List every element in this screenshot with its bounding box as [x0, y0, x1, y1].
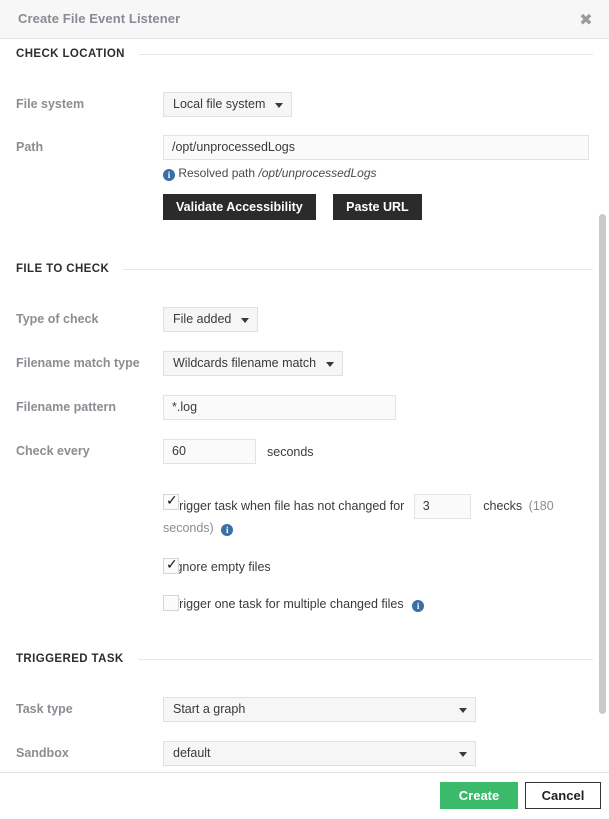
chevron-down-icon — [326, 362, 334, 367]
ignore-empty-files-label: Ignore empty files — [172, 560, 271, 574]
filename-pattern-label: Filename pattern — [16, 395, 163, 414]
section-triggered-task: TRIGGERED TASK — [0, 648, 609, 670]
dialog-titlebar: Create File Event Listener ✖ — [0, 0, 609, 39]
check-every-input[interactable]: 60 — [163, 439, 256, 464]
section-title-file-to-check: FILE TO CHECK — [16, 263, 109, 275]
chevron-down-icon — [459, 752, 467, 757]
row-filename-pattern: Filename pattern *.log — [0, 395, 609, 420]
row-trigger-unchanged: ✓ Trigger task when file has not changed… — [0, 494, 609, 537]
file-system-label: File system — [16, 92, 163, 111]
trigger-unchanged-label: Trigger task when file has not changed f… — [172, 499, 404, 513]
info-icon: i — [412, 600, 424, 612]
path-actions: Validate Accessibility Paste URL — [163, 194, 593, 220]
chevron-down-icon — [275, 103, 283, 108]
check-every-unit-label: seconds — [267, 445, 314, 459]
validate-accessibility-button[interactable]: Validate Accessibility — [163, 194, 316, 220]
dialog-title: Create File Event Listener — [18, 11, 180, 26]
sandbox-select[interactable]: default — [163, 741, 476, 766]
create-button[interactable]: Create — [440, 782, 518, 809]
task-type-select-value: Start a graph — [173, 702, 245, 716]
row-path: Path /opt/unprocessedLogs i Resolved pat… — [0, 135, 609, 220]
check-every-label: Check every — [16, 439, 163, 458]
resolved-path-prefix: Resolved path — [178, 166, 258, 180]
trigger-multiple-label: Trigger one task for multiple changed fi… — [172, 597, 404, 611]
dialog-body: CHECK LOCATION File system Local file sy… — [0, 39, 609, 772]
row-check-every: Check every 60 seconds — [0, 439, 609, 464]
section-check-location: CHECK LOCATION — [0, 43, 609, 65]
chevron-down-icon — [459, 708, 467, 713]
paste-url-button[interactable]: Paste URL — [333, 194, 422, 220]
close-icon[interactable]: ✖ — [575, 9, 597, 31]
row-task-type: Task type Start a graph — [0, 697, 609, 722]
type-of-check-select[interactable]: File added — [163, 307, 258, 332]
filename-match-type-select-value: Wildcards filename match — [173, 356, 316, 370]
checks-word-label: checks — [483, 499, 522, 513]
filename-pattern-input[interactable]: *.log — [163, 395, 396, 420]
chevron-down-icon — [241, 318, 249, 323]
section-divider — [138, 659, 593, 660]
task-type-select[interactable]: Start a graph — [163, 697, 476, 722]
section-title-triggered-task: TRIGGERED TASK — [16, 653, 124, 665]
scrollbar-thumb[interactable] — [599, 214, 606, 714]
section-file-to-check: FILE TO CHECK — [0, 258, 609, 280]
row-sandbox: Sandbox default — [0, 741, 609, 766]
filename-match-type-label: Filename match type — [16, 351, 163, 370]
resolved-path-value: /opt/unprocessedLogs — [258, 166, 376, 180]
dialog-footer: Create Cancel — [0, 772, 609, 819]
row-file-system: File system Local file system — [0, 92, 609, 117]
file-system-select-value: Local file system — [173, 97, 265, 111]
section-divider — [139, 54, 593, 55]
row-filename-match-type: Filename match type Wildcards filename m… — [0, 351, 609, 376]
task-type-label: Task type — [16, 697, 163, 716]
resolved-path-hint: i Resolved path /opt/unprocessedLogs — [163, 166, 593, 181]
file-system-select[interactable]: Local file system — [163, 92, 292, 117]
row-ignore-empty-files: ✓ Ignore empty files — [0, 558, 609, 576]
type-of-check-label: Type of check — [16, 307, 163, 326]
check-icon: ✓ — [166, 492, 178, 510]
section-divider — [123, 269, 593, 270]
filename-match-type-select[interactable]: Wildcards filename match — [163, 351, 343, 376]
sandbox-select-value: default — [173, 746, 211, 760]
vertical-scrollbar[interactable] — [598, 39, 608, 772]
check-icon: ✓ — [166, 556, 178, 574]
info-icon: i — [163, 169, 175, 181]
cancel-button[interactable]: Cancel — [525, 782, 601, 809]
path-label: Path — [16, 135, 163, 154]
path-input[interactable]: /opt/unprocessedLogs — [163, 135, 589, 160]
info-icon: i — [221, 524, 233, 536]
row-type-of-check: Type of check File added — [0, 307, 609, 332]
row-trigger-multiple: Trigger one task for multiple changed fi… — [0, 595, 609, 613]
trigger-unchanged-checks-input[interactable]: 3 — [414, 494, 471, 519]
type-of-check-select-value: File added — [173, 312, 231, 326]
ignore-empty-files-checkbox[interactable]: ✓ — [163, 558, 179, 574]
trigger-unchanged-checkbox[interactable]: ✓ — [163, 494, 179, 510]
trigger-multiple-checkbox[interactable] — [163, 595, 179, 611]
section-title-check-location: CHECK LOCATION — [16, 48, 125, 60]
dialog-content: CHECK LOCATION File system Local file sy… — [0, 43, 609, 772]
create-file-event-listener-dialog: Create File Event Listener ✖ CHECK LOCAT… — [0, 0, 609, 819]
sandbox-label: Sandbox — [16, 741, 163, 760]
